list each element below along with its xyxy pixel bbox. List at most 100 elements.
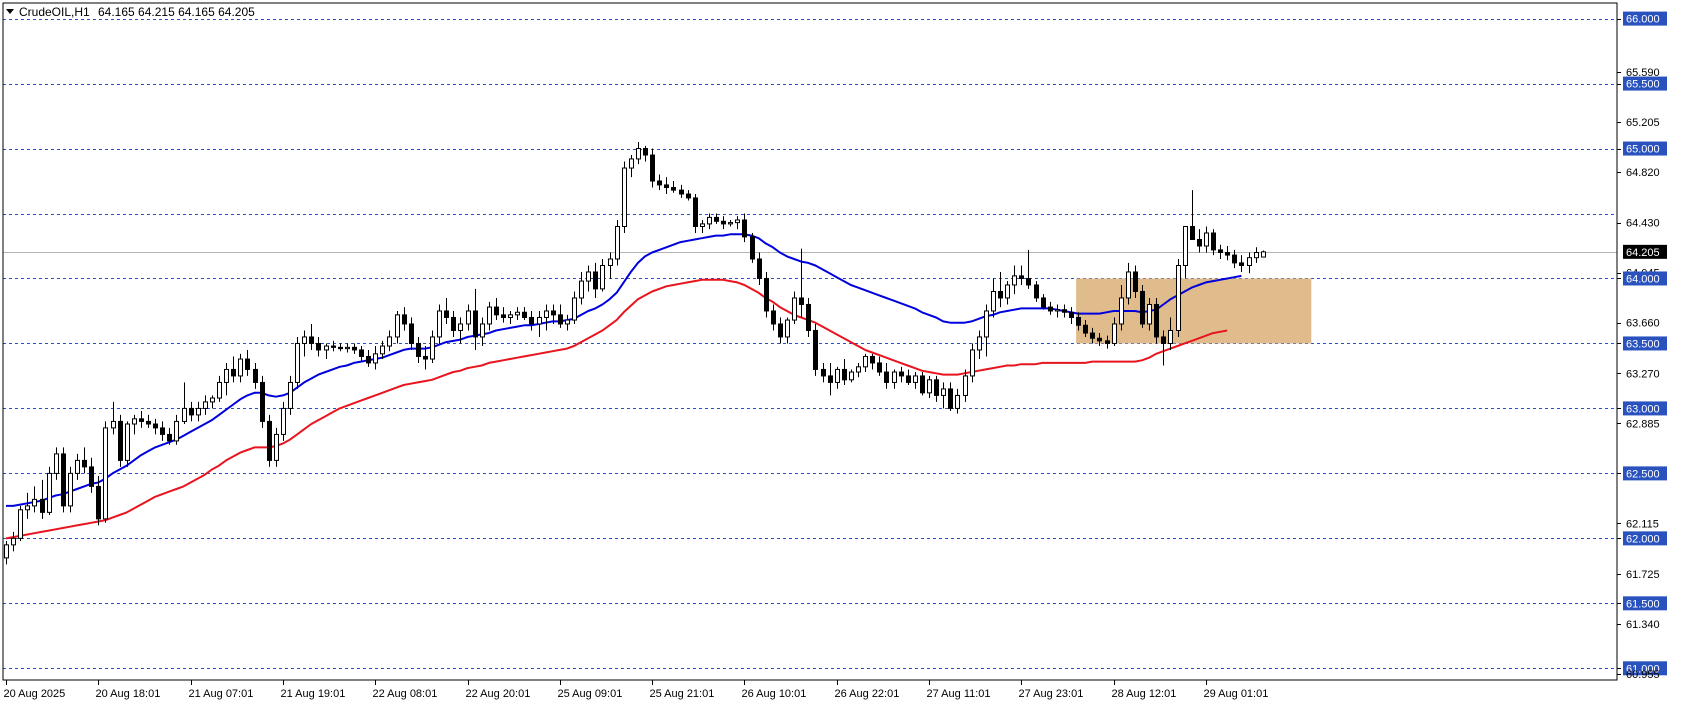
candle-body bbox=[650, 154, 655, 182]
candle-body bbox=[693, 197, 698, 228]
x-tick-label: 26 Aug 22:01 bbox=[835, 688, 900, 700]
x-tick-label: 20 Aug 2025 bbox=[4, 688, 66, 700]
level-tag-label: 63.500 bbox=[1626, 338, 1660, 350]
candle-body bbox=[40, 498, 45, 513]
x-tick-label: 25 Aug 21:01 bbox=[650, 688, 715, 700]
candle-body bbox=[118, 420, 123, 461]
candle-body bbox=[238, 358, 243, 377]
candle-body bbox=[842, 368, 847, 381]
y-tick-label: 65.205 bbox=[1626, 117, 1660, 129]
x-tick-label: 20 Aug 18:01 bbox=[96, 688, 161, 700]
candle-body bbox=[1026, 277, 1031, 286]
candle-body bbox=[1055, 309, 1060, 312]
candle-body bbox=[1197, 238, 1202, 247]
candle-body bbox=[728, 222, 733, 225]
candle-body bbox=[146, 420, 151, 425]
price-chart[interactable]: 66.00065.59065.50065.20565.00064.82064.4… bbox=[0, 0, 1686, 704]
x-tick-label: 22 Aug 08:01 bbox=[373, 688, 438, 700]
candle-body bbox=[998, 290, 1003, 299]
candle-body bbox=[1161, 336, 1166, 344]
candle-body bbox=[1105, 340, 1110, 344]
candle-body bbox=[1133, 271, 1138, 292]
candle-body bbox=[785, 319, 790, 338]
candle-body bbox=[167, 433, 172, 442]
candle-body bbox=[657, 180, 662, 186]
candle-body bbox=[806, 303, 811, 331]
candle-body bbox=[409, 323, 414, 344]
candle-body bbox=[423, 355, 428, 360]
candle bbox=[68, 466, 73, 513]
candle-body bbox=[515, 311, 520, 316]
candle-body bbox=[295, 342, 300, 383]
candle-body bbox=[402, 314, 407, 325]
candle-body bbox=[742, 219, 747, 238]
ohlc-values: 64.165 64.215 64.165 64.205 bbox=[98, 5, 255, 19]
candle-body bbox=[1069, 311, 1074, 318]
candle-body bbox=[480, 323, 485, 338]
candle-body bbox=[182, 407, 187, 422]
candle bbox=[61, 447, 66, 513]
candle-body bbox=[565, 319, 570, 325]
candle-body bbox=[245, 358, 250, 370]
candle-body bbox=[68, 472, 73, 507]
candle-body bbox=[473, 310, 478, 338]
candle-body bbox=[1168, 329, 1173, 344]
candle-body bbox=[1261, 251, 1266, 258]
candle-body bbox=[451, 316, 456, 331]
candle-body bbox=[309, 336, 314, 344]
candle-body bbox=[821, 368, 826, 377]
candle-body bbox=[231, 368, 236, 377]
candle-body bbox=[466, 310, 471, 325]
candle-body bbox=[1218, 249, 1223, 253]
candle-body bbox=[991, 290, 996, 312]
candle-body bbox=[877, 362, 882, 373]
candle-body bbox=[863, 355, 868, 368]
candle bbox=[1140, 284, 1145, 328]
candle-body bbox=[1254, 251, 1259, 259]
candle-body bbox=[217, 381, 222, 399]
candle-body bbox=[1126, 271, 1131, 299]
candle-body bbox=[970, 349, 975, 377]
candle-body bbox=[366, 355, 371, 364]
candle-body bbox=[253, 368, 258, 383]
level-tag-label: 65.000 bbox=[1626, 144, 1660, 156]
candle bbox=[813, 323, 818, 376]
candle-body bbox=[920, 375, 925, 394]
candle bbox=[260, 375, 265, 428]
y-tick-label: 63.270 bbox=[1626, 368, 1660, 380]
candle-body bbox=[735, 219, 740, 224]
candle-body bbox=[132, 418, 137, 425]
x-tick-label: 27 Aug 11:01 bbox=[927, 688, 991, 700]
candle-body bbox=[1097, 337, 1102, 342]
candle-body bbox=[359, 349, 364, 357]
x-tick-label: 26 Aug 10:01 bbox=[742, 688, 807, 700]
candle-body bbox=[870, 355, 875, 364]
candle-body bbox=[395, 314, 400, 338]
candle-body bbox=[977, 336, 982, 351]
candle-body bbox=[1034, 284, 1039, 299]
candle-body bbox=[813, 329, 818, 370]
candle-body bbox=[302, 336, 307, 344]
candle-body bbox=[103, 427, 108, 520]
level-tag-label: 65.500 bbox=[1626, 79, 1660, 91]
candle-body bbox=[89, 466, 94, 487]
candle-body bbox=[380, 345, 385, 355]
candle-body bbox=[906, 375, 911, 383]
candle-body bbox=[125, 423, 130, 461]
candle-body bbox=[501, 314, 506, 318]
candle-body bbox=[884, 371, 889, 383]
candle-body bbox=[1183, 226, 1188, 266]
candle-body bbox=[430, 336, 435, 360]
candle-body bbox=[210, 397, 215, 403]
candle bbox=[750, 232, 755, 263]
candle-body bbox=[4, 544, 9, 559]
candle-body bbox=[47, 472, 52, 513]
y-tick-label: 62.885 bbox=[1626, 418, 1660, 430]
candle bbox=[125, 421, 130, 467]
candle-body bbox=[600, 264, 605, 290]
candle-body bbox=[551, 310, 556, 316]
candle-body bbox=[828, 375, 833, 383]
candle-body bbox=[1147, 303, 1152, 325]
candle-body bbox=[721, 220, 726, 225]
candle-body bbox=[1190, 226, 1195, 240]
